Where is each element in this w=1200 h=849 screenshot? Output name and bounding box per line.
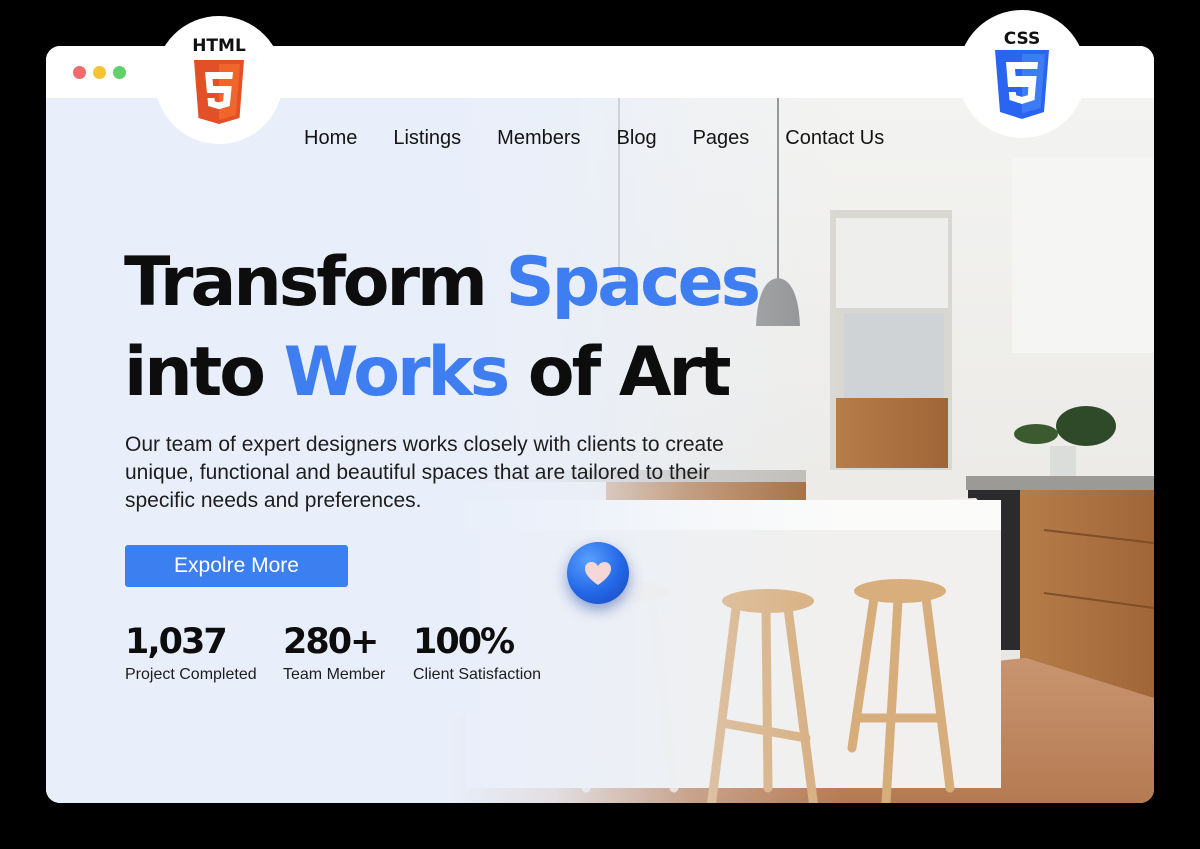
hero-description: Our team of expert designers works close… <box>125 433 724 512</box>
headline-accent: Spaces <box>505 243 761 322</box>
headline-line-2: into Works of Art <box>124 328 758 418</box>
headline-text: into <box>124 333 266 412</box>
stat-value: 100% <box>413 622 515 662</box>
stat-projects: 1,037 Project Completed <box>125 620 257 684</box>
stat-satisfaction: 100% Client Satisfaction <box>413 620 541 684</box>
stat-label: Client Satisfaction <box>413 666 542 683</box>
headline-text: Transform <box>124 243 488 322</box>
nav-contact-us[interactable]: Contact Us <box>785 126 884 150</box>
nav-home[interactable]: Home <box>304 126 357 150</box>
browser-window: 1,037 Project Completed 280+ Team Member… <box>46 46 1154 803</box>
hero-headline: Transform Spaces into Works of Art <box>124 238 761 418</box>
nav-members[interactable]: Members <box>497 126 580 150</box>
main-nav: Home Listings Members Blog Pages Contact… <box>304 126 920 150</box>
stat-label: Team Member <box>283 666 386 683</box>
like-button[interactable] <box>567 542 629 604</box>
html5-logo-icon <box>194 60 244 124</box>
heart-icon <box>585 562 611 585</box>
html-badge: HTML <box>155 16 283 144</box>
minimize-button[interactable] <box>93 66 106 79</box>
close-button[interactable] <box>73 66 86 79</box>
stat-value: 1,037 <box>125 622 228 662</box>
stat-label: Project Completed <box>125 666 257 683</box>
nav-blog[interactable]: Blog <box>617 126 657 150</box>
stat-team: 280+ Team Member <box>283 620 385 684</box>
headline-line-1: Transform Spaces <box>124 238 761 328</box>
css3-logo-icon <box>995 50 1049 119</box>
html-badge-label: HTML <box>192 36 246 56</box>
css-badge: CSS <box>958 10 1086 138</box>
stat-value: 280+ <box>283 622 379 662</box>
explore-more-button[interactable]: Expolre More <box>125 545 348 587</box>
nav-pages[interactable]: Pages <box>693 126 750 150</box>
headline-accent: Works <box>283 333 511 412</box>
nav-listings[interactable]: Listings <box>393 126 461 150</box>
css-badge-label: CSS <box>1003 29 1041 49</box>
maximize-button[interactable] <box>113 66 126 79</box>
headline-text: of Art <box>527 333 732 412</box>
